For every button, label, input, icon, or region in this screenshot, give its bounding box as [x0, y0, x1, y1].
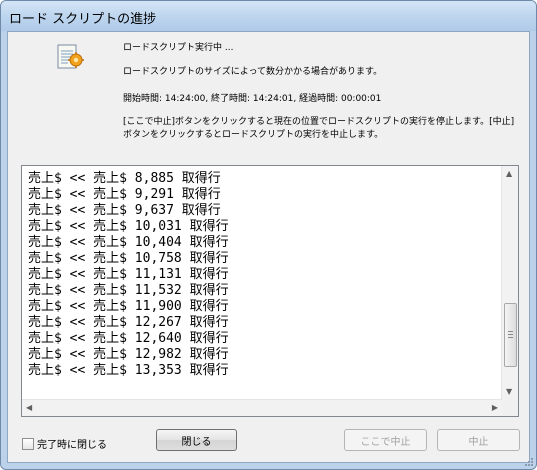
thumb-grip-line	[508, 334, 513, 335]
scrollbar-corner	[502, 400, 518, 416]
title-bar[interactable]: ロード スクリプトの進捗	[1, 1, 536, 31]
log-line: 売上$ << 売上$ 10,404 取得行	[28, 235, 229, 250]
resize-grip-icon[interactable]	[524, 457, 534, 467]
status-help-text: [ここで中止]ボタンをクリックすると現在の位置でロードスクリプトの実行を停止しま…	[123, 117, 515, 140]
log-line: 売上$ << 売上$ 11,131 取得行	[28, 267, 229, 282]
log-line: 売上$ << 売上$ 12,640 取得行	[28, 331, 229, 346]
log-line: 売上$ << 売上$ 8,885 取得行	[28, 171, 221, 186]
scroll-left-arrow-icon[interactable]: ◀	[26, 404, 32, 412]
scroll-up-arrow-icon[interactable]: ▲	[506, 170, 512, 178]
stop-here-button[interactable]: ここで中止	[344, 429, 427, 451]
log-output-box[interactable]: 売上$ << 売上$ 8,885 取得行 売上$ << 売上$ 9,291 取得行…	[21, 165, 519, 417]
abort-button[interactable]: 中止	[437, 429, 520, 451]
log-line: 売上$ << 売上$ 11,532 取得行	[28, 283, 229, 298]
load-script-progress-window: ロード スクリプトの進捗 ロードスクリプト実行中 ... ロードスクリプトのサイ…	[0, 0, 537, 470]
thumb-grip-line	[508, 331, 513, 332]
script-document-icon	[57, 44, 84, 69]
scroll-down-arrow-icon[interactable]: ▼	[506, 388, 512, 396]
thumb-grip-line	[508, 337, 513, 338]
log-lines: 売上$ << 売上$ 8,885 取得行 売上$ << 売上$ 9,291 取得行…	[28, 171, 229, 379]
log-line: 売上$ << 売上$ 12,982 取得行	[28, 347, 229, 362]
dialog-client-area: ロードスクリプト実行中 ... ロードスクリプトのサイズによって数分かかる場合が…	[7, 31, 530, 463]
horizontal-scrollbar[interactable]: ◀ ▶	[22, 399, 502, 416]
vertical-scrollbar[interactable]: ▲ ▼	[501, 166, 518, 400]
status-running: ロードスクリプト実行中 ...	[123, 43, 234, 53]
status-times: 開始時間: 14:24:00, 終了時間: 14:24:01, 経過時間: 00…	[123, 94, 382, 104]
log-line: 売上$ << 売上$ 9,637 取得行	[28, 203, 221, 218]
vertical-scroll-thumb[interactable]	[504, 303, 517, 367]
log-line: 売上$ << 売上$ 10,031 取得行	[28, 219, 229, 234]
close-on-finish-label: 完了時に閉じる	[37, 440, 107, 451]
log-line: 売上$ << 売上$ 9,291 取得行	[28, 187, 221, 202]
close-on-finish-checkbox[interactable]: 完了時に閉じる	[22, 436, 107, 451]
window-title: ロード スクリプトの進捗	[9, 12, 157, 27]
log-line: 売上$ << 売上$ 12,267 取得行	[28, 315, 229, 330]
status-duration-note: ロードスクリプトのサイズによって数分かかる場合があります。	[123, 67, 383, 77]
log-line: 売上$ << 売上$ 11,900 取得行	[28, 299, 229, 314]
checkbox-box[interactable]	[22, 438, 34, 450]
log-line: 売上$ << 売上$ 10,758 取得行	[28, 251, 229, 266]
scroll-right-arrow-icon[interactable]: ▶	[492, 404, 498, 412]
close-button[interactable]: 閉じる	[156, 429, 237, 451]
log-line: 売上$ << 売上$ 13,353 取得行	[28, 363, 229, 378]
